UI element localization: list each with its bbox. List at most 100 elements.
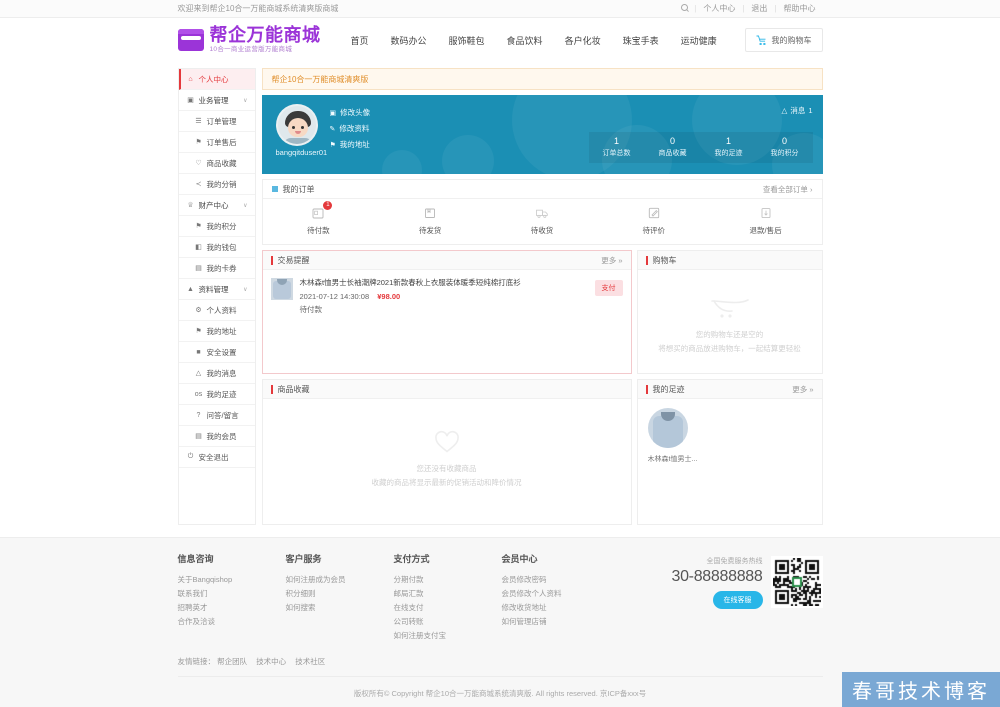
nav-item-food[interactable]: 食品饮料: [507, 34, 543, 47]
nav-item-digital[interactable]: 数码办公: [391, 34, 427, 47]
footer-link[interactable]: 分期付款: [394, 573, 502, 587]
sidebar-item-business-management[interactable]: ▣ 业务管理 ∨: [178, 90, 255, 111]
change-avatar-link[interactable]: ▣ 修改头像: [330, 107, 371, 118]
order-tab-label: 待发货: [418, 226, 442, 235]
top-link-logout[interactable]: 退出: [744, 3, 774, 14]
footer-link[interactable]: 关于Bangqishop: [178, 573, 286, 587]
sidebar-item-my-wallet[interactable]: ◧ 我的钱包: [178, 237, 255, 258]
image-icon: ▣: [329, 109, 337, 117]
edit-profile-link[interactable]: ✎ 修改资料: [330, 123, 371, 134]
messages-link[interactable]: △ 消息 1: [782, 105, 813, 116]
footer-link[interactable]: 如何搜索: [286, 601, 394, 615]
avatar-eye: [291, 126, 295, 129]
friend-link[interactable]: 帮企团队: [217, 657, 247, 666]
sidebar-item-security-settings[interactable]: ■ 安全设置: [178, 342, 255, 363]
nav-item-apparel[interactable]: 服饰鞋包: [449, 34, 485, 47]
order-tab-pending-payment[interactable]: 1 待付款: [263, 201, 375, 236]
footer-column-info: 信息咨询 关于Bangqishop 联系我们 招聘英才 合作及洽谈: [178, 552, 286, 642]
footer-link[interactable]: 积分细则: [286, 587, 394, 601]
footprint-list-item[interactable]: 木林森t恤男士...: [638, 399, 822, 473]
search-icon[interactable]: [681, 4, 690, 13]
order-tab-label: 待付款: [307, 226, 330, 235]
chevron-down-icon: ∨: [243, 286, 248, 293]
favorites-empty-title: 您还没有收藏商品: [416, 464, 477, 473]
sidebar-item-product-favorites[interactable]: ♡ 商品收藏: [178, 153, 255, 174]
order-tab-refund-aftersale[interactable]: 退款/售后: [710, 206, 822, 236]
view-all-orders-link[interactable]: 查看全部订单 ›: [763, 184, 813, 195]
footer-link[interactable]: 联系我们: [178, 587, 286, 601]
footer-link[interactable]: 公司转账: [394, 615, 502, 629]
order-tab-pending-receipt[interactable]: 待收货: [486, 206, 598, 236]
stat-label: 商品收藏: [658, 149, 687, 157]
nav-item-jewelry[interactable]: 珠宝手表: [623, 34, 659, 47]
sidebar-label: 问答/留言: [206, 410, 239, 420]
top-link-user-center[interactable]: 个人中心: [696, 3, 742, 14]
sidebar-item-qa-messages[interactable]: ? 问答/留言: [178, 405, 255, 426]
online-service-button[interactable]: 在线客服: [712, 591, 763, 609]
footer-link[interactable]: 如何管理店铺: [502, 615, 610, 629]
stat-total-orders[interactable]: 1 订单总数: [589, 132, 645, 163]
my-cart-button[interactable]: 我的购物车: [744, 28, 823, 52]
footprints-more-link[interactable]: 更多 »: [792, 384, 813, 395]
power-icon: ⏻: [187, 453, 194, 460]
sidebar-item-order-aftersale[interactable]: ⚑ 订单售后: [178, 132, 255, 153]
avatar[interactable]: [275, 104, 318, 146]
gear-icon: ⚙: [195, 307, 202, 314]
sidebar-item-my-address[interactable]: ⚑ 我的地址: [178, 321, 255, 342]
footer-link[interactable]: 在线支付: [394, 601, 502, 615]
stat-number: 0: [669, 136, 675, 146]
sidebar-item-my-footprints[interactable]: os 我的足迹: [178, 384, 255, 405]
footer-link[interactable]: 会员修改个人资料: [502, 587, 610, 601]
footprint-thumbnail[interactable]: [647, 408, 688, 448]
row-trade-cart: 交易提醒 更多 » 木林森t恤男士长袖潮牌2021新款春秋上衣服装体暖季短纯棉打…: [261, 250, 823, 374]
stat-points[interactable]: 0 我的积分: [757, 132, 813, 163]
sidebar-item-personal-profile[interactable]: ⚙ 个人资料: [178, 300, 255, 321]
footer-link[interactable]: 修改收货地址: [502, 601, 610, 615]
order-tab-pending-shipment[interactable]: 待发货: [374, 206, 486, 236]
sidebar-item-logout[interactable]: ⏻ 安全退出: [178, 447, 255, 468]
avatar-face: [287, 118, 308, 137]
site-header: 帮企万能商城 10合一商业运营版万能商城 首页 数码办公 服饰鞋包 食品饮料 各…: [0, 18, 1000, 62]
footer-link[interactable]: 如何注册支付宝: [394, 629, 502, 643]
sidebar-item-order-management[interactable]: ☰ 订单管理: [178, 111, 255, 132]
location-icon: ⚑: [329, 141, 336, 149]
sidebar-item-distribution[interactable]: ≺ 我的分销: [178, 174, 255, 195]
footer-link[interactable]: 招聘英才: [178, 601, 286, 615]
pay-button[interactable]: 支付: [594, 280, 623, 296]
my-address-link[interactable]: ⚑ 我的地址: [330, 139, 371, 150]
stat-product-favorites[interactable]: 0 商品收藏: [645, 132, 701, 163]
sidebar-item-my-coupons[interactable]: ▤ 我的卡券: [178, 258, 255, 279]
sidebar-item-my-membership[interactable]: ▤ 我的会员: [178, 426, 255, 447]
order-status: 待付款: [299, 304, 323, 314]
panel-marker-icon: [270, 255, 273, 265]
footer-link[interactable]: 合作及洽谈: [178, 615, 286, 629]
product-thumbnail[interactable]: [270, 278, 293, 300]
trade-more-link[interactable]: 更多 »: [601, 255, 622, 266]
top-link-help[interactable]: 帮助中心: [777, 3, 823, 14]
friend-link[interactable]: 技术中心: [256, 657, 286, 666]
product-name[interactable]: 木林森t恤男士长袖潮牌2021新款春秋上衣服装体暖季短纯棉打底衫: [300, 278, 588, 289]
order-tab-pending-review[interactable]: 待评价: [598, 206, 710, 236]
sidebar-item-profile-management[interactable]: ▲ 资料管理 ∨: [178, 279, 255, 300]
shopping-cart-card: 购物车 您的购物车还是空的 将想买的商品放进购物车，一起结算更轻松: [636, 250, 823, 374]
stat-label: 我的足迹: [714, 149, 743, 157]
site-logo[interactable]: 帮企万能商城 10合一商业运营版万能商城: [177, 26, 321, 54]
footer-link[interactable]: 如何注册成为会员: [286, 573, 394, 587]
stat-footprints[interactable]: 1 我的足迹: [701, 132, 757, 163]
footer-link[interactable]: 邮局汇款: [394, 587, 502, 601]
sidebar-item-my-points[interactable]: ⚑ 我的积分: [178, 216, 255, 237]
footer-link[interactable]: 会员修改密码: [502, 573, 610, 587]
friend-link[interactable]: 技术社区: [295, 657, 325, 666]
order-list-item[interactable]: 木林森t恤男士长袖潮牌2021新款春秋上衣服装体暖季短纯棉打底衫 2021-07…: [263, 270, 631, 323]
order-tab-badge: 1: [323, 201, 333, 210]
sidebar-label: 财产中心: [198, 200, 229, 210]
sidebar-item-my-messages[interactable]: △ 我的消息: [178, 363, 255, 384]
sidebar-item-personal-center[interactable]: ⌂ 个人中心: [178, 69, 255, 90]
nav-item-home[interactable]: 首页: [351, 34, 369, 47]
nav-item-sports[interactable]: 运动健康: [681, 34, 717, 47]
sidebar-item-assets-center[interactable]: ♕ 财产中心 ∨: [178, 195, 255, 216]
nav-item-cosmetics[interactable]: 各户化妆: [565, 34, 601, 47]
main-content: 帮企10合一万能商城清爽版 bangqitduser01 ▣ 修改头像 ✎ 修改…: [261, 68, 823, 525]
location-icon: ⚑: [195, 328, 202, 335]
footer-column-title: 客户服务: [285, 554, 322, 564]
